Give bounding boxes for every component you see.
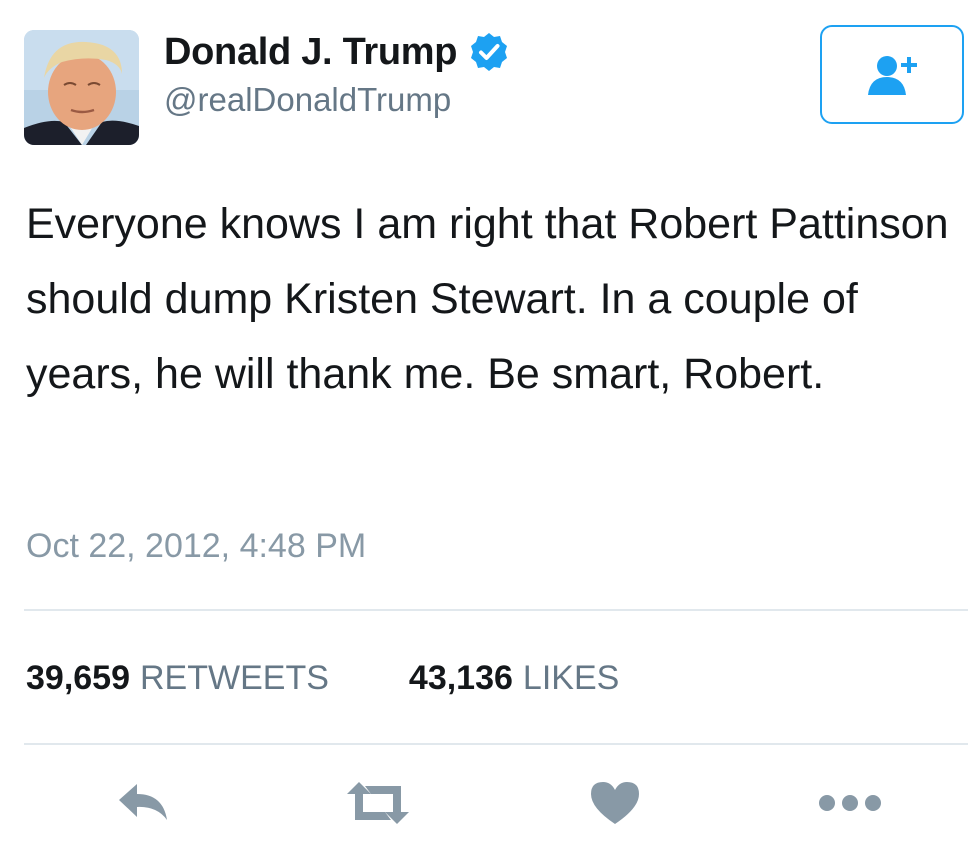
likes-label: LIKES bbox=[522, 659, 620, 697]
reply-icon bbox=[119, 784, 167, 820]
more-dots-icon bbox=[819, 795, 881, 811]
retweets-stat[interactable]: 39,659 RETWEETS bbox=[26, 656, 329, 700]
verified-badge-icon bbox=[469, 32, 509, 72]
retweets-label: RETWEETS bbox=[140, 659, 329, 697]
author-name-row: Donald J. Trump bbox=[164, 30, 509, 74]
divider bbox=[24, 609, 968, 611]
tweet-card: Donald J. Trump @realDonaldTrump Everyon… bbox=[0, 0, 980, 860]
heart-icon bbox=[591, 782, 639, 824]
action-bar bbox=[0, 768, 980, 838]
divider bbox=[24, 743, 968, 745]
follow-button[interactable] bbox=[820, 25, 964, 124]
avatar[interactable] bbox=[24, 30, 139, 145]
user-handle[interactable]: @realDonaldTrump bbox=[164, 80, 451, 120]
display-name[interactable]: Donald J. Trump bbox=[164, 30, 458, 74]
reply-button[interactable] bbox=[108, 768, 178, 838]
likes-count: 43,136 bbox=[408, 659, 513, 697]
tweet-text: Everyone knows I am right that Robert Pa… bbox=[26, 200, 949, 398]
likes-stat[interactable]: 43,136 LIKES bbox=[409, 656, 619, 700]
retweet-button[interactable] bbox=[343, 768, 413, 838]
add-user-icon bbox=[868, 55, 917, 95]
avatar-photo bbox=[24, 30, 139, 145]
retweets-count: 39,659 bbox=[26, 659, 130, 697]
tweet-timestamp[interactable]: Oct 22, 2012, 4:48 PM bbox=[26, 524, 366, 568]
more-options-button[interactable] bbox=[815, 768, 885, 838]
tweet-stats: 39,659 RETWEETS 43,136 LIKES bbox=[26, 656, 699, 700]
retweet-icon bbox=[347, 782, 409, 824]
like-button[interactable] bbox=[580, 768, 650, 838]
